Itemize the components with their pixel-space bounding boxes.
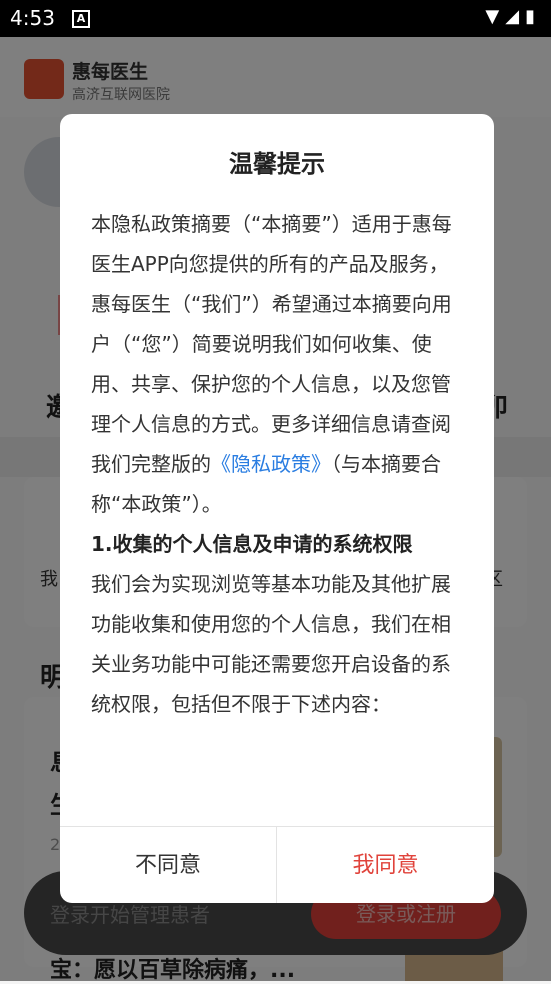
dialog-body: 本隐私政策摘要（“本摘要”）适用于惠每医生APP向您提供的所有的产品及服务，惠每… (91, 204, 463, 724)
dialog-paragraph: 本隐私政策摘要（“本摘要”）适用于惠每医生APP向您提供的所有的产品及服务，惠每… (91, 204, 463, 524)
section-heading-permissions: 1.收集的个人信息及申请的系统权限 (91, 532, 413, 556)
privacy-dialog: 温馨提示 本隐私政策摘要（“本摘要”）适用于惠每医生APP向您提供的所有的产品及… (60, 114, 494, 903)
dialog-title: 温馨提示 (229, 150, 325, 178)
section-body-permissions: 我们会为实现浏览等基本功能及其他扩展功能收集和使用您的个人信息，我们在相关业务功… (91, 572, 451, 716)
policy-summary-text: 本隐私政策摘要（“本摘要”）适用于惠每医生APP向您提供的所有的产品及服务，惠每… (91, 212, 452, 476)
status-time: 4:53 (10, 6, 55, 30)
notification-icon: A (72, 10, 90, 28)
disagree-button[interactable]: 不同意 (60, 827, 277, 903)
dialog-footer: 不同意 我同意 (60, 826, 494, 903)
privacy-policy-link[interactable]: 《隐私政策》 (211, 452, 331, 476)
status-bar: 4:53 A ▼◢▮ (0, 0, 551, 37)
signal-battery-icon: ▼◢▮ (485, 6, 541, 27)
agree-button[interactable]: 我同意 (277, 827, 494, 903)
